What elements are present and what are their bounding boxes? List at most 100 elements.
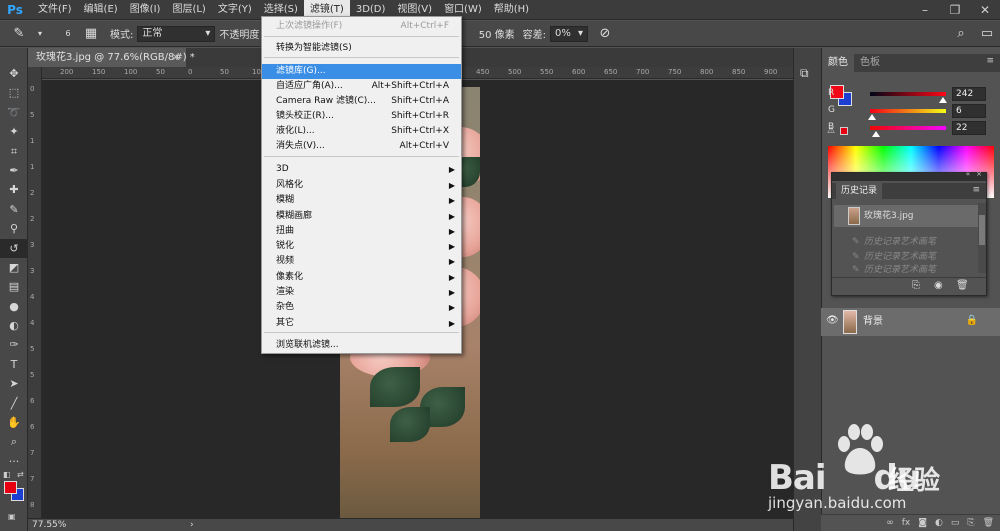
path-select-icon[interactable]: ➤ — [0, 374, 28, 393]
document-tab[interactable]: 玫瑰花3.jpg @ 77.6%(RGB/8#) * × — [28, 48, 195, 67]
tab-swatches[interactable]: 色板 — [854, 54, 886, 72]
zoom-tool-icon[interactable]: ⌕ — [0, 432, 28, 451]
filter-menu-item[interactable]: 消失点(V)... Alt+Ctrl+V — [262, 139, 461, 154]
dodge-tool-icon[interactable]: ◐ — [0, 316, 28, 335]
type-tool-icon[interactable]: T — [0, 355, 28, 374]
menu-type[interactable]: 文字(Y) — [212, 0, 258, 20]
link-icon[interactable]: ∞ — [886, 518, 894, 528]
fx-icon[interactable]: fx — [902, 518, 911, 528]
hand-tool-icon[interactable]: ✋ — [0, 413, 28, 432]
collapse-icon[interactable]: « — [966, 170, 970, 178]
filter-menu-item[interactable]: 渲染 ▶ — [262, 285, 461, 300]
slider-knob-blue[interactable] — [872, 131, 880, 137]
trash-icon[interactable]: 🗑 — [956, 280, 969, 291]
history-brush-tool-icon[interactable]: ↺ — [0, 238, 28, 258]
trash-icon[interactable]: 🗑 — [983, 518, 994, 528]
minimize-icon[interactable]: – — [910, 0, 940, 20]
gradient-icon[interactable]: ▤ — [0, 277, 28, 296]
filter-menu-item[interactable]: 镜头校正(R)... Shift+Ctrl+R — [262, 109, 461, 124]
swap-colors-icon[interactable]: ⇄ — [17, 470, 24, 479]
filter-menu-item[interactable]: 杂色 ▶ — [262, 300, 461, 315]
folder-icon[interactable]: ▭ — [951, 518, 960, 528]
tolerance-input[interactable]: 0% ▾ — [550, 25, 588, 42]
tab-history[interactable]: 历史记录 — [836, 183, 883, 199]
slider-knob-green[interactable] — [868, 114, 876, 120]
mode-select[interactable]: 正常 ▾ — [137, 25, 216, 42]
brush-tool-icon[interactable]: ✎ — [0, 200, 28, 219]
brush-size[interactable]: 6 — [58, 29, 78, 38]
slider-blue[interactable]: B 22 — [826, 121, 996, 137]
workspace-icon[interactable]: ▭ — [978, 25, 996, 43]
slider-track-green[interactable] — [870, 109, 946, 113]
slider-track-blue[interactable] — [870, 126, 946, 130]
eraser-icon[interactable]: ◩ — [0, 258, 28, 277]
zoom-level[interactable]: 77.55% — [32, 520, 66, 530]
search-icon[interactable]: ⌕ — [952, 25, 970, 43]
menu-layer[interactable]: 图层(L) — [166, 0, 211, 20]
history-step[interactable]: ✎ 历史记录艺术画笔 — [834, 234, 978, 250]
history-step[interactable]: ✎ 历史记录艺术画笔 — [834, 249, 978, 265]
pen-tool-icon[interactable]: ✑ — [0, 335, 28, 354]
history-brush-icon[interactable]: ✎ — [10, 25, 28, 43]
slider-track-red[interactable] — [870, 92, 946, 96]
filter-menu-item[interactable]: 转换为智能滤镜(S) — [262, 41, 461, 56]
healing-brush-icon[interactable]: ✚ — [0, 180, 28, 199]
filter-menu-item[interactable]: 滤镜库(G)... — [262, 64, 461, 79]
default-colors-icon[interactable]: ◧ — [3, 470, 11, 479]
menu-file[interactable]: 文件(F) — [32, 0, 78, 20]
chevron-right-icon[interactable]: › — [190, 519, 194, 531]
mask-icon[interactable]: ◙ — [918, 518, 927, 528]
history-panel-titlebar[interactable]: « × — [832, 170, 986, 181]
history-scrollbar[interactable] — [978, 203, 986, 273]
filter-menu-item[interactable]: 其它 ▶ — [262, 316, 461, 331]
foreground-color-swatch[interactable] — [4, 481, 17, 494]
tab-color[interactable]: 颜色 — [822, 54, 854, 72]
close-tab-icon[interactable]: × — [172, 48, 180, 67]
green-value-input[interactable]: 6 — [952, 104, 986, 118]
more-tools-icon[interactable]: ··· — [0, 452, 28, 471]
blur-tool-icon[interactable]: ● — [0, 297, 28, 316]
filter-menu-item[interactable]: 自适应广角(A)... Alt+Shift+Ctrl+A — [262, 79, 461, 94]
slider-red[interactable]: R 242 — [826, 87, 996, 103]
restore-icon[interactable]: ❐ — [940, 0, 970, 20]
magic-wand-icon[interactable]: ✦ — [0, 122, 28, 141]
adjustment-icon[interactable]: ◐ — [935, 518, 943, 528]
filter-menu-item[interactable]: 像素化 ▶ — [262, 270, 461, 285]
slider-green[interactable]: G 6 — [826, 104, 996, 120]
slider-knob-red[interactable] — [939, 97, 947, 103]
panel-menu-icon[interactable]: ≡ — [986, 56, 994, 66]
filter-menu-item[interactable]: Camera Raw 滤镜(C)... Shift+Ctrl+A — [262, 94, 461, 109]
filter-menu-item[interactable]: 浏览联机滤镜... — [262, 338, 461, 353]
filter-menu-item[interactable]: 模糊画廊 ▶ — [262, 209, 461, 224]
layer-row[interactable]: 👁 背景 🔒 — [821, 308, 1000, 336]
filter-menu-item[interactable]: 3D ▶ — [262, 162, 461, 177]
marquee-tool-icon[interactable]: ⬚ — [0, 83, 28, 102]
filter-menu-item[interactable]: 视频 ▶ — [262, 254, 461, 269]
filter-menu-item[interactable]: 模糊 ▶ — [262, 193, 461, 208]
lasso-tool-icon[interactable]: ➰ — [0, 103, 28, 122]
move-tool-icon[interactable]: ✥ — [0, 64, 28, 83]
history-snapshot[interactable]: 玫瑰花3.jpg — [834, 205, 978, 227]
scrollbar-thumb[interactable] — [979, 215, 985, 245]
history-step[interactable]: ✎ 历史记录艺术画笔 — [834, 264, 978, 274]
crop-tool-icon[interactable]: ⌗ — [0, 142, 28, 161]
new-document-icon[interactable]: ⎘ — [912, 280, 920, 291]
blue-value-input[interactable]: 22 — [952, 121, 986, 135]
pressure-icon[interactable]: ⊘ — [596, 25, 614, 43]
filter-menu-item[interactable]: 扭曲 ▶ — [262, 224, 461, 239]
menu-edit[interactable]: 编辑(E) — [78, 0, 124, 20]
eye-icon[interactable]: 👁 — [826, 315, 839, 326]
filter-menu-item[interactable]: 风格化 ▶ — [262, 178, 461, 193]
menu-image[interactable]: 图像(I) — [124, 0, 167, 20]
camera-icon[interactable]: ◉ — [934, 280, 943, 291]
red-value-input[interactable]: 242 — [952, 87, 986, 101]
close-panel-icon[interactable]: × — [976, 170, 982, 178]
panel-menu-icon[interactable]: ≡ — [972, 185, 980, 195]
brush-panel-icon[interactable]: ▦ — [82, 25, 100, 43]
filter-menu-item[interactable]: 锐化 ▶ — [262, 239, 461, 254]
menu-help[interactable]: 帮助(H) — [488, 0, 535, 20]
clone-stamp-icon[interactable]: ⚲ — [0, 219, 28, 238]
filter-menu-item[interactable]: 液化(L)... Shift+Ctrl+X — [262, 124, 461, 139]
close-icon[interactable]: ✕ — [970, 0, 1000, 20]
line-tool-icon[interactable]: ╱ — [0, 394, 28, 413]
